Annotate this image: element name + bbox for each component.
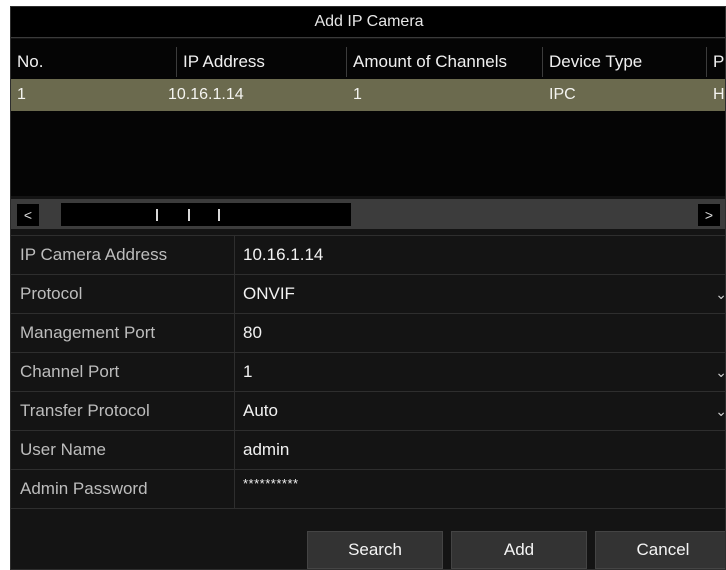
add-ip-camera-dialog: Add IP Camera No. IP Address Amount of C… bbox=[10, 6, 726, 570]
scrollbar-thumb[interactable] bbox=[61, 203, 351, 226]
chevron-right-icon[interactable]: > bbox=[698, 204, 720, 226]
form-row-admin-password: Admin Password ********** bbox=[11, 469, 725, 509]
form-row-management-port: Management Port 80 bbox=[11, 313, 725, 352]
grip-line bbox=[156, 209, 158, 221]
transfer-protocol-label: Transfer Protocol bbox=[11, 392, 235, 430]
management-port-label: Management Port bbox=[11, 314, 235, 352]
transfer-protocol-select[interactable]: Auto bbox=[243, 392, 278, 430]
cell-no: 1 bbox=[17, 86, 26, 103]
management-port-field[interactable]: 80 bbox=[243, 314, 262, 352]
chevron-left-icon[interactable]: < bbox=[17, 204, 39, 226]
cell-amount-of-channels: 1 bbox=[353, 86, 362, 103]
table-row[interactable]: 1 10.16.1.14 1 IPC H bbox=[11, 79, 725, 111]
protocol-select[interactable]: ONVIF bbox=[243, 275, 295, 313]
form-row-user-name: User Name admin bbox=[11, 430, 725, 469]
ip-camera-address-field[interactable]: 10.16.1.14 bbox=[243, 236, 323, 274]
add-button[interactable]: Add bbox=[451, 531, 587, 569]
device-table: No. IP Address Amount of Channels Device… bbox=[11, 39, 725, 196]
column-header-protocol[interactable]: P bbox=[707, 47, 725, 77]
grip-line bbox=[218, 209, 220, 221]
form-row-ip-camera-address: IP Camera Address 10.16.1.14 bbox=[11, 235, 725, 274]
horizontal-scrollbar[interactable]: < > bbox=[11, 199, 725, 229]
column-header-ip-address[interactable]: IP Address bbox=[177, 47, 347, 77]
search-button[interactable]: Search bbox=[307, 531, 443, 569]
grip-line bbox=[188, 209, 190, 221]
column-header-device-type[interactable]: Device Type bbox=[543, 47, 707, 77]
channel-port-select[interactable]: 1 bbox=[243, 353, 252, 391]
column-header-amount-of-channels[interactable]: Amount of Channels bbox=[347, 47, 543, 77]
cell-protocol: H bbox=[713, 86, 725, 103]
user-name-label: User Name bbox=[11, 431, 235, 469]
table-header: No. IP Address Amount of Channels Device… bbox=[11, 47, 725, 77]
form-row-transfer-protocol: Transfer Protocol Auto ⌄ bbox=[11, 391, 725, 430]
cancel-button[interactable]: Cancel bbox=[595, 531, 725, 569]
form-row-protocol: Protocol ONVIF ⌄ bbox=[11, 274, 725, 313]
cell-device-type: IPC bbox=[549, 86, 576, 103]
column-header-no[interactable]: No. bbox=[11, 47, 177, 77]
protocol-label: Protocol bbox=[11, 275, 235, 313]
admin-password-label: Admin Password bbox=[11, 470, 235, 508]
cell-ip-address: 10.16.1.14 bbox=[168, 86, 244, 103]
chevron-down-icon[interactable]: ⌄ bbox=[715, 392, 725, 430]
button-bar: Search Add Cancel bbox=[11, 529, 725, 569]
form-row-channel-port: Channel Port 1 ⌄ bbox=[11, 352, 725, 391]
dialog-title: Add IP Camera bbox=[11, 7, 725, 38]
admin-password-field[interactable]: ********** bbox=[243, 464, 299, 502]
chevron-down-icon[interactable]: ⌄ bbox=[715, 353, 725, 391]
chevron-down-icon[interactable]: ⌄ bbox=[715, 275, 725, 313]
ip-camera-address-label: IP Camera Address bbox=[11, 236, 235, 274]
channel-port-label: Channel Port bbox=[11, 353, 235, 391]
